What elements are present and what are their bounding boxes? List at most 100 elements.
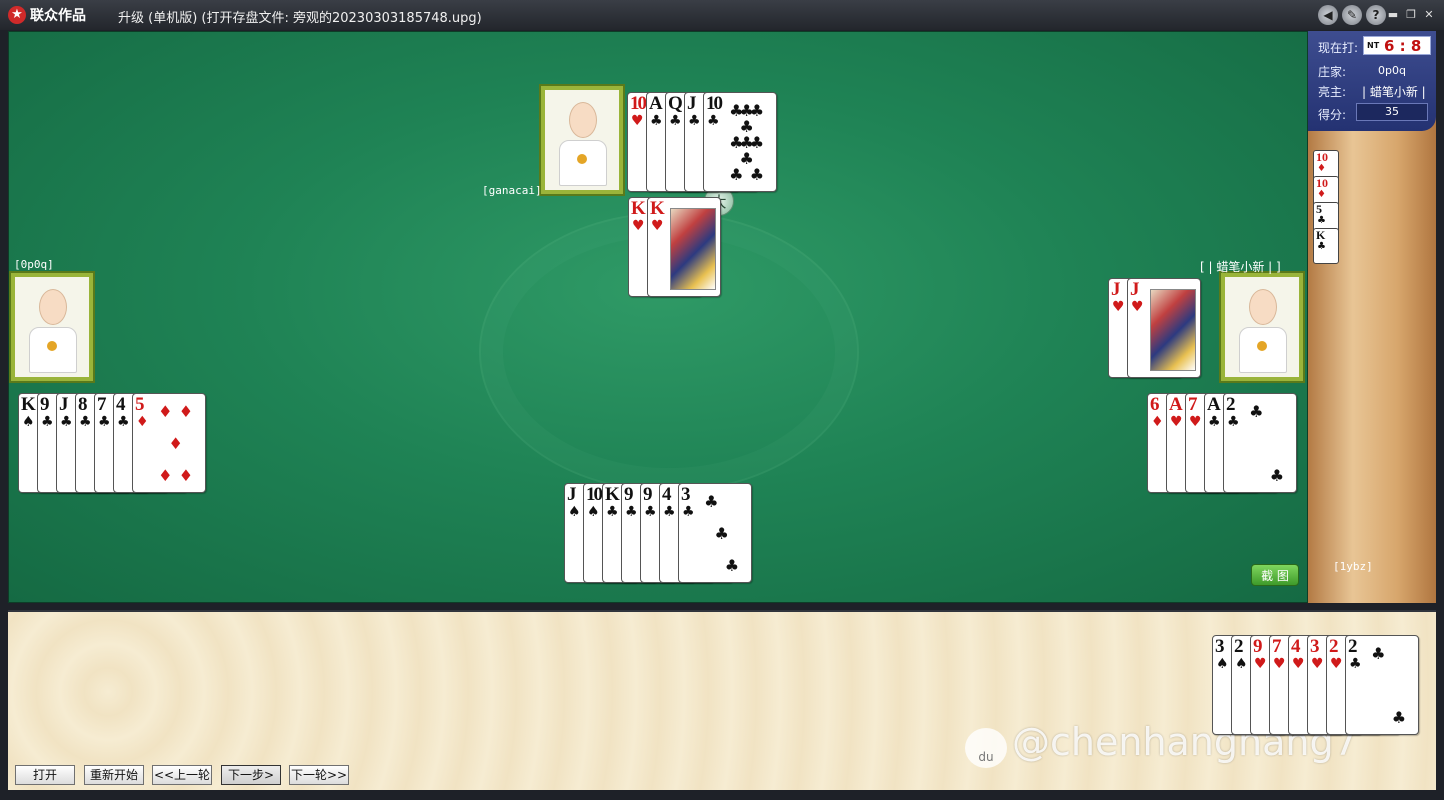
card-rank: 10 xyxy=(706,93,723,114)
brand-name: 联众作品 xyxy=(30,8,86,24)
card-pip-icon: ♣ xyxy=(749,165,765,184)
card-pip-icon: ♦ xyxy=(158,402,173,421)
card-pip-icon: ♣ xyxy=(1249,402,1264,421)
card-suit-icon: ♥ xyxy=(632,218,645,234)
info-panel: 现在打: NT 6 : 8 庄家: 0p0q 亮主: | 蜡笔小新 | 得分: … xyxy=(1308,31,1436,603)
card-suit-icon: ♠ xyxy=(587,504,600,520)
card-suit-icon: ♣ xyxy=(663,504,676,520)
card-pip-icon: ♦ xyxy=(168,434,183,453)
card-rank: 4 xyxy=(1291,636,1300,657)
card-rank: 10 xyxy=(630,93,647,114)
player-name-south: [1ybz] xyxy=(1333,560,1373,573)
card-suit-icon: ♥ xyxy=(1292,656,1305,672)
card-suit-icon: ♥ xyxy=(1254,656,1267,672)
card-suit-icon: ♣ xyxy=(1227,414,1240,430)
playing-card: 3 ♣ ♣ ♣ ♣ xyxy=(678,483,752,583)
card-suit-icon: ♥ xyxy=(1170,414,1183,430)
card-rank: J xyxy=(1130,279,1139,300)
score-label: 得分: xyxy=(1318,108,1347,122)
card-rank: 4 xyxy=(116,394,125,415)
card-suit-icon: ♠ xyxy=(1235,656,1248,672)
face-card-art xyxy=(670,208,716,290)
open-button[interactable]: 打开 xyxy=(15,765,75,785)
card-rank: 2 xyxy=(1329,636,1338,657)
card-rank: 7 xyxy=(1272,636,1281,657)
card-rank: K xyxy=(631,198,646,219)
card-suit-icon: ♣ xyxy=(1317,215,1326,226)
toolbar-icons: ◀ ✎ ? xyxy=(1318,5,1386,25)
card-rank: 2 xyxy=(1348,636,1357,657)
card-rank: 7 xyxy=(1188,394,1197,415)
card-suit-icon: ♣ xyxy=(41,414,54,430)
card-suit-icon: ♥ xyxy=(1131,299,1144,315)
next-round-button[interactable]: 下一轮>> xyxy=(289,765,349,785)
card-suit-icon: ♠ xyxy=(568,504,581,520)
avatar-east xyxy=(1221,273,1303,381)
dealer-label: 庄家: xyxy=(1318,65,1347,79)
prev-round-button[interactable]: <<上一轮 xyxy=(152,765,212,785)
card-suit-icon: ♥ xyxy=(1112,299,1125,315)
card-suit-icon: ♠ xyxy=(22,414,35,430)
screenshot-button[interactable]: 截 图 xyxy=(1251,564,1299,586)
sound-icon[interactable]: ◀ xyxy=(1318,5,1338,25)
card-suit-icon: ♣ xyxy=(644,504,657,520)
help-icon[interactable]: ? xyxy=(1366,5,1386,25)
card-pip-icon: ♦ xyxy=(178,402,194,421)
avatar-north xyxy=(541,86,623,194)
card-rank: 9 xyxy=(40,394,49,415)
card-rank: 10 xyxy=(586,484,603,505)
card-pip-icon: ♣ xyxy=(724,556,740,575)
dealer-value: 0p0q xyxy=(1378,64,1406,77)
player-name-west: [0p0q] xyxy=(14,258,54,271)
card-pip-icon: ♣ xyxy=(704,492,719,511)
card-suit-icon: ♦ xyxy=(136,414,149,430)
window-controls: ▬ ❐ ✕ xyxy=(1386,8,1436,22)
card-pip-icon: ♦ xyxy=(158,466,173,485)
card-suit-icon: ♣ xyxy=(669,113,682,129)
card-suit-icon: ♥ xyxy=(1311,656,1324,672)
card-rank: K xyxy=(650,198,665,219)
card-rank: 8 xyxy=(78,394,87,415)
declarer-value: | 蜡笔小新 | xyxy=(1362,85,1426,99)
window-title: 升级 (单机版) (打开存盘文件: 旁观的20230303185748.upg) xyxy=(118,11,482,26)
title-bar: ★ 联众作品 升级 (单机版) (打开存盘文件: 旁观的202303031857… xyxy=(0,0,1444,30)
card-rank: 9 xyxy=(643,484,652,505)
card-rank: J xyxy=(59,394,68,415)
restore-button[interactable]: ❐ xyxy=(1404,8,1418,22)
card-suit-icon: ♣ xyxy=(707,113,720,129)
card-suit-icon: ♦ xyxy=(1317,189,1326,200)
card-rank: A xyxy=(1169,394,1183,415)
restart-button[interactable]: 重新开始 xyxy=(84,765,144,785)
card-pip-icon: ♣ xyxy=(729,165,744,184)
card-suit-icon: ♣ xyxy=(117,414,130,430)
player-name-east: [ | 蜡笔小新 | ] xyxy=(1200,260,1281,274)
close-button[interactable]: ✕ xyxy=(1422,8,1436,22)
card-suit-icon: ♣ xyxy=(682,504,695,520)
card-rank: 9 xyxy=(624,484,633,505)
card-suit-icon: ♥ xyxy=(1189,414,1202,430)
card-suit-icon: ♥ xyxy=(651,218,664,234)
card-suit-icon: ♣ xyxy=(688,113,701,129)
card-suit-icon: ♣ xyxy=(98,414,111,430)
card-pip-icon: ♣ xyxy=(739,149,754,168)
playing-card: 5 ♦ ♦ ♦ ♦ ♦ ♦ xyxy=(132,393,206,493)
card-pip-icon: ♣ xyxy=(714,524,729,543)
card-suit-icon: ♣ xyxy=(1317,241,1326,252)
next-step-button[interactable]: 下一步> xyxy=(221,765,281,785)
card-suit-icon: ♥ xyxy=(1330,656,1343,672)
card-rank: 6 xyxy=(1150,394,1159,415)
trump-label: NT xyxy=(1367,41,1380,50)
settings-icon[interactable]: ✎ xyxy=(1342,5,1362,25)
minimize-button[interactable]: ▬ xyxy=(1386,8,1400,22)
card-suit-icon: ♥ xyxy=(631,113,644,129)
card-suit-icon: ♦ xyxy=(1151,414,1164,430)
card-rank: 3 xyxy=(1215,636,1224,657)
card-rank: K xyxy=(21,394,36,415)
card-rank: 7 xyxy=(97,394,106,415)
playing-card[interactable]: 2 ♣ ♣ ♣ xyxy=(1345,635,1419,735)
card-rank: K xyxy=(605,484,620,505)
card-rank: J xyxy=(1111,279,1120,300)
now-playing-label: 现在打: xyxy=(1318,41,1359,55)
scoreboard: 现在打: NT 6 : 8 庄家: 0p0q 亮主: | 蜡笔小新 | 得分: … xyxy=(1308,31,1436,131)
card-suit-icon: ♠ xyxy=(1216,656,1229,672)
